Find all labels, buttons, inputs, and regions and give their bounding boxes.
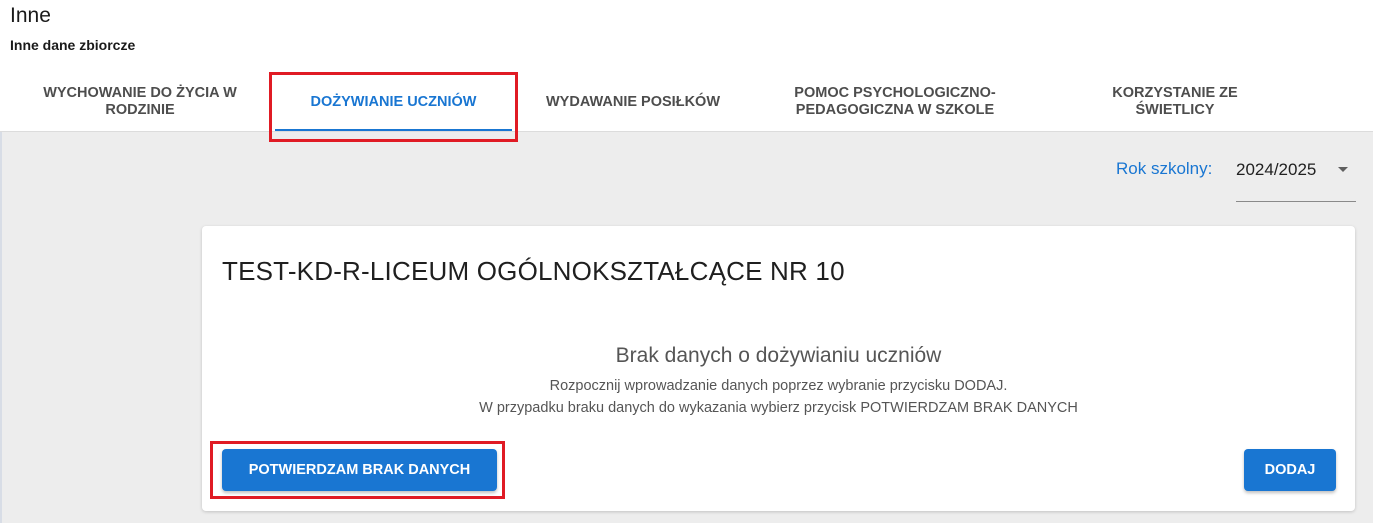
add-button[interactable]: DODAJ bbox=[1244, 449, 1336, 491]
tab-wychowanie-do-zycia[interactable]: WYCHOWANIE DO ŻYCIA W RODZINIE bbox=[20, 73, 260, 131]
tab-wydawanie-posilkow[interactable]: WYDAWANIE POSIŁKÓW bbox=[530, 73, 736, 131]
tab-dozywianie-uczniow[interactable]: DOŻYWIANIE UCZNIÓW bbox=[275, 73, 512, 131]
tab-korzystanie-ze-swietlicy[interactable]: KORZYSTANIE ZE ŚWIETLICY bbox=[1085, 73, 1265, 131]
school-year-value: 2024/2025 bbox=[1236, 160, 1317, 179]
tab-pomoc-psychologiczno-pedagogiczna[interactable]: POMOC PSYCHOLOGICZNO-PEDAGOGICZNA W SZKO… bbox=[770, 73, 1020, 131]
school-year-select[interactable]: 2024/2025 bbox=[1236, 152, 1356, 202]
empty-state-title: Brak danych o dożywianiu uczniów bbox=[615, 344, 942, 367]
school-card: TEST-KD-R-LICEUM OGÓLNOKSZTAŁCĄCE NR 10 … bbox=[202, 226, 1355, 511]
chevron-down-icon bbox=[1338, 167, 1348, 172]
page-header: Inne Inne dane zbiorcze WYCHOWANIE DO ŻY… bbox=[0, 0, 1373, 132]
school-name: TEST-KD-R-LICEUM OGÓLNOKSZTAŁCĄCE NR 10 bbox=[222, 256, 845, 286]
empty-state-line-1: Rozpocznij wprowadzanie danych poprzez w… bbox=[549, 378, 1008, 394]
school-year-label: Rok szkolny: bbox=[1116, 159, 1213, 178]
empty-state-line-2: W przypadku braku danych do wykazania wy… bbox=[479, 400, 1078, 416]
page-title: Inne bbox=[10, 4, 51, 27]
confirm-no-data-button[interactable]: POTWIERDZAM BRAK DANYCH bbox=[222, 449, 497, 491]
page-subtitle: Inne dane zbiorcze bbox=[10, 37, 136, 53]
